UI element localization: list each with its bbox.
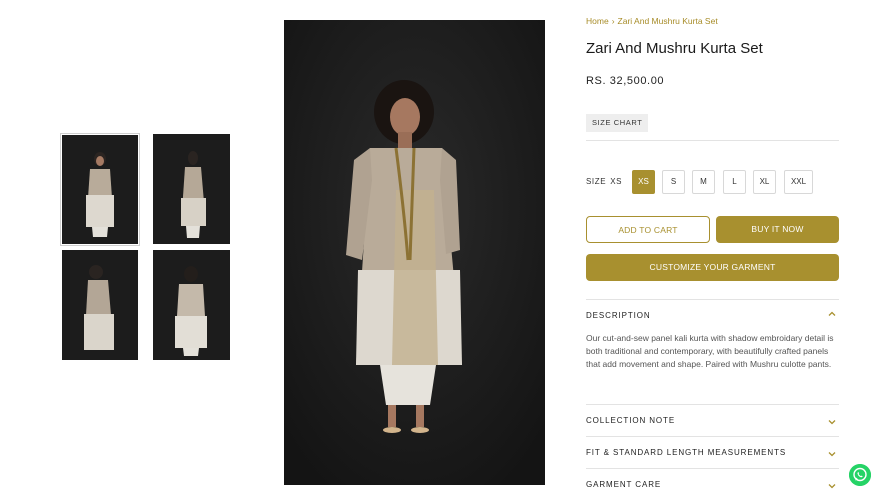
model-back-image bbox=[153, 250, 230, 360]
size-option-s[interactable]: S bbox=[662, 170, 685, 194]
chevron-up-icon bbox=[828, 311, 836, 316]
accordion-collection-note-label: COLLECTION NOTE bbox=[586, 416, 676, 425]
product-title: Zari And Mushru Kurta Set bbox=[586, 40, 763, 57]
chevron-down-icon bbox=[828, 484, 836, 489]
whatsapp-chat-button[interactable] bbox=[849, 464, 871, 486]
size-selected-value: XS bbox=[610, 177, 623, 186]
whatsapp-icon bbox=[849, 464, 871, 486]
size-option-xs[interactable]: XS bbox=[632, 170, 655, 194]
product-description: Our cut-and-sew panel kali kurta with sh… bbox=[586, 333, 834, 369]
add-to-cart-button[interactable]: ADD TO CART bbox=[586, 216, 710, 243]
accordion-care-label: GARMENT CARE bbox=[586, 480, 662, 489]
divider bbox=[586, 299, 839, 300]
size-option-xl[interactable]: XL bbox=[753, 170, 776, 194]
model-back-left-image bbox=[62, 250, 138, 360]
breadcrumb-home-link[interactable]: Home bbox=[586, 16, 609, 26]
model-full-image bbox=[284, 20, 545, 485]
thumbnail-back-left[interactable] bbox=[62, 250, 138, 360]
size-option-l[interactable]: L bbox=[723, 170, 746, 194]
accordion-care-header[interactable]: GARMENT CARE bbox=[586, 478, 839, 492]
accordion-fit-label: FIT & STANDARD LENGTH MEASUREMENTS bbox=[586, 448, 787, 457]
accordion-description-label: DESCRIPTION bbox=[586, 311, 651, 320]
breadcrumb: Home › Zari And Mushru Kurta Set bbox=[586, 16, 718, 26]
chevron-down-icon bbox=[828, 420, 836, 425]
size-chart-button[interactable]: SIZE CHART bbox=[586, 114, 649, 132]
divider bbox=[586, 468, 839, 469]
buy-now-button[interactable]: BUY IT NOW bbox=[716, 216, 839, 243]
accordion-collection-note-header[interactable]: COLLECTION NOTE bbox=[586, 414, 839, 428]
customize-garment-button[interactable]: CUSTOMIZE YOUR GARMENT bbox=[586, 254, 839, 281]
model-side-image bbox=[153, 134, 230, 244]
size-label: SIZE XS bbox=[586, 177, 622, 186]
size-option-xxl[interactable]: XXL bbox=[784, 170, 813, 194]
thumbnail-back[interactable] bbox=[153, 250, 230, 360]
product-info-panel: Home › Zari And Mushru Kurta Set Zari And … bbox=[586, 0, 839, 496]
divider bbox=[586, 436, 839, 437]
divider bbox=[586, 140, 839, 141]
product-price: RS. 32,500.00 bbox=[586, 75, 665, 87]
thumbnail-front[interactable] bbox=[60, 133, 140, 246]
main-product-image[interactable] bbox=[284, 20, 545, 485]
breadcrumb-separator: › bbox=[611, 16, 615, 26]
model-front-image bbox=[62, 135, 138, 244]
chevron-down-icon bbox=[828, 452, 836, 457]
accordion-description-header[interactable]: DESCRIPTION bbox=[586, 309, 839, 323]
divider bbox=[586, 404, 839, 405]
breadcrumb-current[interactable]: Zari And Mushru Kurta Set bbox=[618, 16, 718, 26]
size-option-m[interactable]: M bbox=[692, 170, 715, 194]
accordion-fit-header[interactable]: FIT & STANDARD LENGTH MEASUREMENTS bbox=[586, 446, 839, 460]
size-label-text: SIZE bbox=[586, 177, 607, 186]
thumbnail-side[interactable] bbox=[153, 134, 230, 244]
